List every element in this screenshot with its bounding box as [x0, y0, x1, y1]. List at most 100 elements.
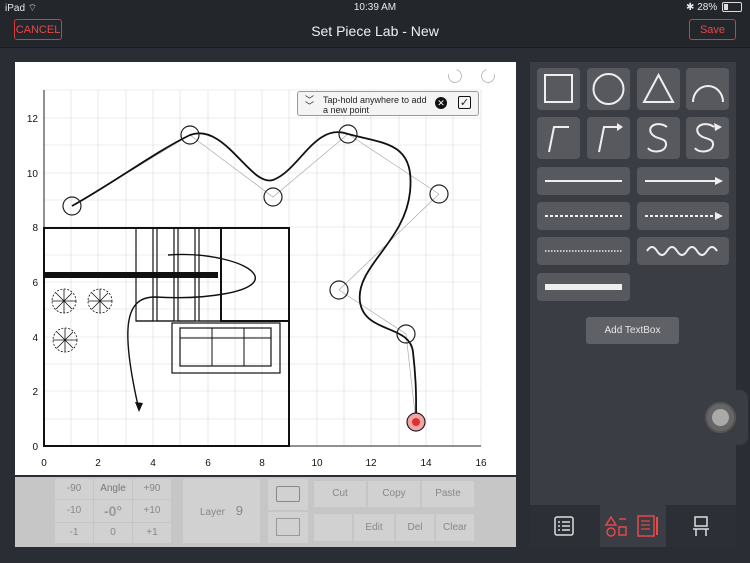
dashed-line-tool[interactable] [537, 202, 630, 230]
bent-line-icon [548, 126, 569, 153]
close-icon[interactable]: ✕ [435, 97, 447, 109]
tab-list[interactable] [530, 505, 600, 547]
battery-icon [722, 2, 742, 13]
angle-value: -0° [94, 500, 132, 522]
circle-icon [592, 73, 625, 105]
rotate-reset-button[interactable]: 0 [94, 523, 132, 543]
angle-label: Angle [94, 479, 132, 499]
layer-label: Layer [199, 507, 225, 518]
wavy-line-tool[interactable] [637, 237, 729, 265]
x-tick-label: 0 [41, 458, 47, 469]
selected-point-marker [412, 418, 420, 426]
square-icon [544, 74, 573, 103]
plant-icon[interactable] [51, 288, 77, 314]
delete-button[interactable]: Del [396, 514, 434, 541]
y-tick-label: 8 [32, 223, 38, 234]
dashed-arrow-tool[interactable] [637, 202, 729, 230]
solid-line-tool[interactable] [537, 167, 630, 195]
solid-arrow-tool[interactable] [637, 167, 729, 195]
cut-button[interactable]: Cut [314, 481, 366, 507]
paste-button[interactable]: Paste [422, 481, 474, 507]
shape-palette: Add TextBox [530, 62, 736, 547]
layer-front-icon [276, 486, 300, 502]
y-tick-label: 10 [27, 169, 39, 180]
status-bar: iPad ⌔ 10:39 AM ✱ 28% [0, 0, 750, 15]
y-tick-label: 6 [32, 278, 38, 289]
plot-area[interactable]: 0 2 4 6 8 10 12 14 16 0 2 4 6 8 10 12 [15, 62, 516, 475]
circle-tool[interactable] [587, 68, 630, 110]
checkmark-icon[interactable]: ✓ [458, 96, 471, 109]
page-title: Set Piece Lab - New [311, 23, 439, 39]
arrowhead-icon [135, 402, 143, 412]
wavy-line-icon [646, 246, 718, 256]
s-curve-icon [647, 123, 668, 153]
bent-arrow-tool[interactable] [587, 117, 630, 159]
x-tick-label: 12 [365, 458, 377, 469]
plant-icon[interactable] [87, 288, 113, 314]
thick-line-icon [545, 284, 622, 290]
thick-line-tool[interactable] [537, 273, 630, 301]
square-tool[interactable] [537, 68, 580, 110]
x-tick-label: 8 [259, 458, 265, 469]
y-tick-label: 2 [32, 387, 38, 398]
arc-tool[interactable] [686, 68, 729, 110]
x-tick-label: 10 [311, 458, 323, 469]
dashed-arrow-icon [645, 212, 723, 220]
assistive-touch-button[interactable] [693, 390, 748, 445]
arc-icon [692, 85, 724, 103]
copy-button[interactable]: Copy [368, 481, 420, 507]
x-tick-label: 16 [475, 458, 487, 469]
bottom-tab-bar [530, 505, 736, 547]
solid-arrow-icon [645, 177, 723, 185]
add-textbox-button[interactable]: Add TextBox [586, 317, 679, 344]
bent-arrow-icon [598, 123, 623, 153]
list-icon [554, 516, 574, 536]
drawing-canvas[interactable]: 0 2 4 6 8 10 12 14 16 0 2 4 6 8 10 12 ﹀ … [15, 62, 516, 475]
edit-button[interactable]: Edit [354, 514, 394, 541]
tab-shapes[interactable] [600, 505, 666, 547]
rotate-plus-10-button[interactable]: +10 [133, 500, 171, 522]
rotate-minus-1-button[interactable]: -1 [55, 523, 93, 543]
control-panel: -90 Angle +90 -10 -0° +10 -1 0 +1 Layer … [15, 477, 516, 547]
curve-arrow-tool[interactable] [686, 117, 729, 159]
stage-icon [693, 516, 709, 536]
nav-bar: CANCEL Set Piece Lab - New Save [0, 15, 750, 48]
battery-status: ✱ 28% [686, 2, 742, 13]
solid-line-icon [545, 180, 622, 182]
dotted-line-icon [545, 250, 622, 252]
lock-button[interactable] [314, 514, 352, 541]
rotate-plus-1-button[interactable]: +1 [133, 523, 171, 543]
save-button[interactable]: Save [689, 19, 736, 40]
dotted-line-tool[interactable] [537, 237, 630, 265]
curve-tool[interactable] [637, 117, 680, 159]
dashed-line-icon [545, 215, 622, 217]
bring-forward-button[interactable] [268, 479, 308, 510]
x-tick-label: 6 [205, 458, 211, 469]
triangle-icon [642, 72, 675, 103]
layer-value: 9 [235, 503, 244, 518]
bluetooth-icon: ✱ [686, 2, 695, 13]
x-tick-label: 2 [95, 458, 101, 469]
clear-button[interactable]: Clear [436, 514, 474, 541]
hint-text: Tap-hold anywhere to add a new point [323, 95, 427, 115]
y-tick-label: 0 [32, 442, 38, 453]
clock: 10:39 AM [353, 2, 397, 13]
rotate-minus-90-button[interactable]: -90 [55, 479, 93, 499]
x-tick-label: 14 [420, 458, 432, 469]
layer-back-icon [276, 518, 300, 536]
rotate-minus-10-button[interactable]: -10 [55, 500, 93, 522]
hint-tooltip: ﹀ ﹀ Tap-hold anywhere to add a new point … [297, 91, 479, 116]
tab-stage[interactable] [666, 505, 736, 547]
y-tick-label: 4 [32, 333, 38, 344]
s-curve-arrow-icon [694, 123, 722, 153]
plant-icon[interactable] [52, 327, 78, 353]
x-tick-label: 4 [150, 458, 156, 469]
send-backward-button[interactable] [268, 512, 308, 543]
shapes-icon [604, 515, 658, 537]
layer-control[interactable]: Layer 9 [183, 479, 260, 543]
triangle-tool[interactable] [637, 68, 680, 110]
bent-line-tool[interactable] [537, 117, 580, 159]
y-tick-label: 12 [27, 114, 39, 125]
collapse-chevron-icon[interactable]: ﹀ ﹀ [305, 96, 314, 111]
rotate-plus-90-button[interactable]: +90 [133, 479, 171, 499]
